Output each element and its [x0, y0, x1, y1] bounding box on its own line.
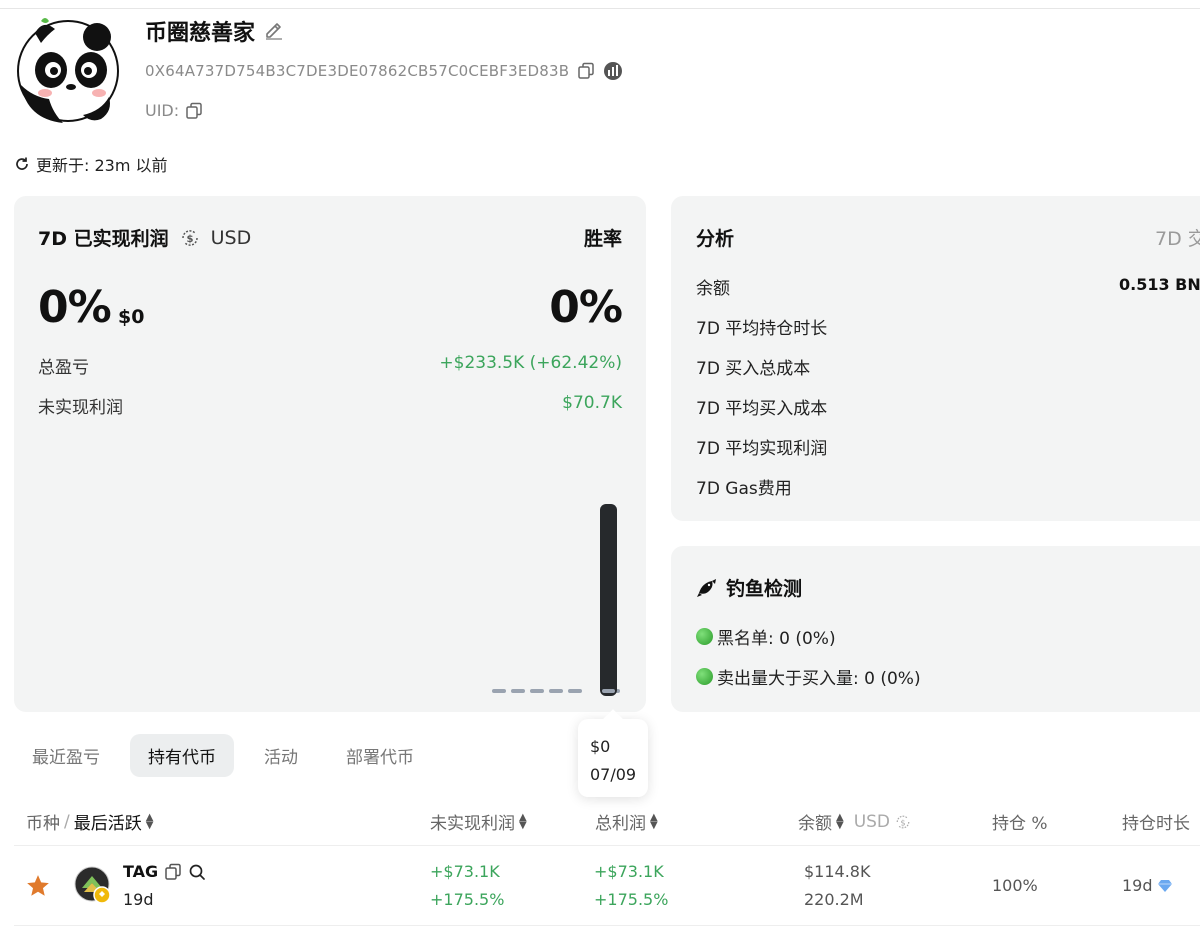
tooltip-date: 07/09 — [590, 765, 637, 784]
copy-icon[interactable] — [164, 863, 182, 881]
sort-icon[interactable]: ▲ ▼ — [146, 812, 154, 830]
uid-row: UID: — [145, 101, 203, 120]
token-logo-icon — [74, 866, 111, 904]
fish-icon — [697, 578, 716, 597]
chart-badge-icon[interactable] — [603, 61, 623, 81]
analysis-title: 分析 — [696, 228, 735, 250]
currency-switch-icon[interactable]: $ — [894, 813, 912, 831]
pnl-card-title: 7D 已实现利润 — [38, 228, 169, 250]
position-pct: 100% — [992, 876, 1038, 895]
tab-deployed-tokens[interactable]: 部署代币 — [328, 734, 432, 777]
total-pnl-label: 总盈亏 — [38, 358, 89, 378]
header-coin-group: 币种 / 最后活跃 ▲ ▼ — [26, 809, 154, 835]
total-pnl-value: +$233.5K (+62.42%) — [439, 353, 622, 373]
unrealized-value: $70.7K — [562, 393, 622, 413]
total-profit-usd: +$73.1K — [594, 862, 664, 881]
header-total-profit[interactable]: 总利润 — [595, 809, 646, 834]
pnl-card-title-row: 7D 已实现利润 $ USD — [38, 224, 251, 251]
hold-time: 19d — [1122, 876, 1153, 895]
uid-label: UID: — [145, 101, 180, 120]
tooltip-caret — [603, 709, 623, 729]
header-divider — [14, 845, 1200, 846]
favorite-star-icon[interactable] — [25, 873, 51, 899]
wallet-address-row: 0X64A737D754B3C7DE3DE07862CB57C0CEBF3ED8… — [145, 61, 623, 81]
sell-gt-buy-text: 卖出量大于买入量: 0 (0%) — [717, 669, 921, 689]
blacklist-row: 黑名单: 0 (0%) — [696, 624, 836, 649]
analysis-label: 余额 — [696, 279, 730, 299]
wallet-address: 0X64A737D754B3C7DE3DE07862CB57C0CEBF3ED8… — [145, 62, 570, 80]
sort-icon[interactable]: ▲ ▼ — [519, 812, 527, 830]
search-icon[interactable] — [188, 863, 206, 881]
header-balance-group[interactable]: 余额 ▲ ▼ USD $ — [798, 809, 912, 834]
analysis-label: 7D Gas费用 — [696, 479, 792, 499]
sell-gt-buy-row: 卖出量大于买入量: 0 (0%) — [696, 664, 921, 689]
sort-icon[interactable]: ▲ ▼ — [836, 812, 844, 830]
updated-text: 更新于: 23m 以前 — [36, 156, 168, 175]
phishing-check-card: 钓鱼检测 黑名单: 0 (0%) 卖出量大于买入量: 0 (0%) — [671, 546, 1200, 712]
profile-name: 币圈慈善家 — [145, 21, 256, 46]
panda-avatar — [17, 18, 119, 123]
token-symbol-row: TAG — [123, 862, 206, 881]
header-hold-time[interactable]: 持仓时长 — [1122, 809, 1190, 834]
green-dot-icon — [696, 668, 713, 685]
profile-name-row: 币圈慈善家 — [145, 15, 285, 47]
tab-holdings[interactable]: 持有代币 — [130, 734, 234, 777]
sort-icon[interactable]: ▲ ▼ — [650, 812, 658, 830]
diamond-icon — [1157, 879, 1172, 892]
top-divider — [0, 8, 1200, 9]
header-coin[interactable]: 币种 — [26, 809, 60, 834]
row-divider — [14, 925, 1200, 926]
pencil-icon[interactable] — [263, 20, 285, 42]
svg-text:$: $ — [900, 817, 905, 827]
header-unrealized[interactable]: 未实现利润 — [430, 809, 515, 834]
currency-switch-icon[interactable]: $ — [179, 227, 201, 249]
header-unrealized-group[interactable]: 未实现利润 ▲ ▼ — [430, 809, 527, 834]
header-last-active[interactable]: 最后活跃 — [74, 809, 142, 834]
header-total-profit-group[interactable]: 总利润 ▲ ▼ — [595, 809, 658, 834]
token-symbol[interactable]: TAG — [123, 862, 158, 881]
header-separator: / — [64, 811, 70, 832]
header-position-pct: 持仓 % — [992, 814, 1048, 834]
balance-usd: $114.8K — [804, 862, 871, 881]
currency-label[interactable]: USD — [211, 227, 252, 249]
realized-pct: 0% — [38, 282, 112, 333]
realized-pnl-card: 7D 已实现利润 $ USD 胜率 0% $0 0% 总盈亏 +$233.5K … — [14, 196, 646, 712]
analysis-label: 7D 平均持仓时长 — [696, 319, 828, 339]
total-profit-pct: +175.5% — [594, 890, 669, 909]
blacklist-text: 黑名单: 0 (0%) — [717, 629, 836, 649]
winrate-label: 胜率 — [583, 228, 622, 250]
phishing-title-row: 钓鱼检测 — [696, 574, 802, 601]
balance-amount: 220.2M — [804, 890, 864, 909]
analysis-label: 7D 买入总成本 — [696, 359, 811, 379]
header-balance[interactable]: 余额 — [798, 809, 832, 834]
pnl-bar-chart[interactable] — [484, 496, 634, 701]
chart-tooltip: $0 07/09 — [578, 709, 648, 797]
unrealized-usd: +$73.1K — [430, 862, 500, 881]
analysis-label: 7D 平均买入成本 — [696, 399, 828, 419]
svg-text:$: $ — [186, 234, 193, 245]
token-age: 19d — [123, 890, 154, 909]
tab-activity[interactable]: 活动 — [246, 734, 316, 777]
highlight-bar — [600, 504, 617, 696]
header-balance-unit[interactable]: USD — [854, 812, 890, 832]
analysis-label: 7D 平均实现利润 — [696, 439, 828, 459]
tooltip-value: $0 — [590, 737, 611, 756]
copy-icon[interactable] — [577, 62, 595, 80]
refresh-icon[interactable] — [14, 156, 30, 172]
realized-amount: $0 — [118, 306, 145, 328]
tab-bar: 最近盈亏 持有代币 活动 部署代币 — [14, 734, 444, 777]
copy-icon[interactable] — [185, 102, 203, 120]
winrate-value: 0% — [549, 282, 623, 333]
analysis-period-header[interactable]: 7D 交 — [1155, 224, 1200, 251]
analysis-card: 分析 7D 交 余额 0.513 BNB 7D 平均持仓时长 7D 买入总成本 … — [671, 196, 1200, 521]
unrealized-label: 未实现利润 — [38, 398, 123, 418]
hold-time-cell: 19d — [1122, 876, 1173, 895]
unrealized-pct: +175.5% — [430, 890, 505, 909]
green-dot-icon — [696, 628, 713, 645]
balance-value: 0.513 BNB — [1119, 275, 1200, 294]
phishing-title: 钓鱼检测 — [726, 578, 803, 600]
tab-recent-pnl[interactable]: 最近盈亏 — [14, 734, 118, 777]
updated-row[interactable]: 更新于: 23m 以前 — [14, 152, 168, 176]
